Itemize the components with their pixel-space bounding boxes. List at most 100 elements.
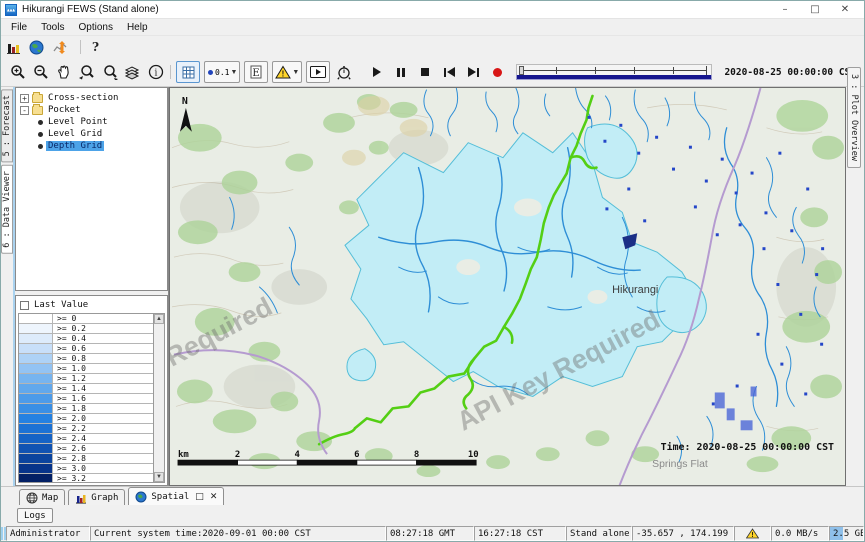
interval-display-icon[interactable] <box>53 40 69 55</box>
grid-display-button[interactable] <box>176 61 200 83</box>
info-icon[interactable]: i <box>145 62 166 83</box>
tab-spatial[interactable]: Spatial □ ✕ <box>128 487 224 505</box>
time-slider-track[interactable] <box>516 64 712 75</box>
legend-threshold-label: >= 2.2 <box>53 424 153 433</box>
folder-icon <box>32 94 43 103</box>
svg-text:N: N <box>182 96 188 107</box>
side-tab-plot-overview[interactable]: 3 : Plot Overview <box>847 67 861 168</box>
leaf-bullet-icon <box>38 120 43 125</box>
legend-threshold-label: >= 2.4 <box>53 434 153 443</box>
pan-hand-icon[interactable] <box>53 62 74 83</box>
logs-button[interactable]: Logs <box>17 508 53 523</box>
skip-to-end-button[interactable] <box>462 62 484 82</box>
tree-item-level-point[interactable]: Level Point <box>18 116 167 128</box>
area-label: Springs Flat <box>652 459 708 470</box>
tree-item-cross-section[interactable]: +Cross-section <box>18 92 167 104</box>
zoom-next-icon[interactable] <box>99 62 120 83</box>
status-download-speed: 0.0 MB/s <box>771 526 829 541</box>
svg-text:6: 6 <box>354 450 359 460</box>
legend-threshold-label: >= 0 <box>53 314 153 323</box>
folder-icon <box>32 106 43 115</box>
legend-color-swatch <box>19 364 53 373</box>
legend-row: >= 2.8 <box>19 454 153 464</box>
tab-maximize-icon[interactable]: □ <box>195 492 204 502</box>
menu-file[interactable]: File <box>4 21 34 34</box>
map-view[interactable]: API Key Required API Key Required Hikura… <box>169 87 846 486</box>
scroll-up-icon[interactable]: ▲ <box>154 314 164 324</box>
legend-color-swatch <box>19 414 53 423</box>
main-toolbar: ? <box>1 36 864 58</box>
warning-threshold-button[interactable]: !▼ <box>272 61 302 83</box>
menu-help[interactable]: Help <box>120 21 155 34</box>
legend-row: >= 3.2 <box>19 474 153 482</box>
tab-map-label: Map <box>42 493 58 503</box>
status-warning-cell[interactable]: ! <box>734 526 771 541</box>
minimize-button[interactable]: – <box>770 2 800 18</box>
svg-text:i: i <box>154 69 157 79</box>
toolbar-separator <box>80 40 81 54</box>
legend-color-swatch <box>19 354 53 363</box>
stop-button[interactable] <box>414 62 436 82</box>
legend-color-swatch <box>19 424 53 433</box>
tree-item-pocket[interactable]: - Pocket <box>18 104 167 116</box>
zoom-in-icon[interactable] <box>7 62 28 83</box>
main-area: 5 : Forecast 6 : Data Viewer +Cross-secti… <box>1 87 864 486</box>
time-slider-handle[interactable] <box>519 66 524 75</box>
tree-item-depth-grid[interactable]: Depth Grid <box>18 140 167 152</box>
exceedance-button[interactable]: E <box>244 61 268 83</box>
tree-item-label: Pocket <box>46 105 83 115</box>
time-slider[interactable] <box>516 61 712 83</box>
side-tab-forecast[interactable]: 5 : Forecast <box>1 89 13 162</box>
database-display-icon[interactable] <box>7 41 20 54</box>
close-button[interactable]: ✕ <box>830 2 860 18</box>
skip-to-start-button[interactable] <box>438 62 460 82</box>
legend-row: >= 2.2 <box>19 424 153 434</box>
record-button[interactable] <box>486 62 508 82</box>
status-mode: Stand alone <box>566 526 632 541</box>
tab-close-icon[interactable]: ✕ <box>210 492 218 502</box>
legend-row: >= 1.2 <box>19 374 153 384</box>
tree-expander-icon[interactable]: + <box>20 94 29 103</box>
pause-button[interactable] <box>390 62 412 82</box>
legend-row: >= 0.4 <box>19 334 153 344</box>
legend-row: >= 0.2 <box>19 324 153 334</box>
play-button[interactable] <box>366 62 388 82</box>
svg-text:!: ! <box>750 531 754 539</box>
menu-tools[interactable]: Tools <box>34 21 71 34</box>
zoom-out-icon[interactable] <box>30 62 51 83</box>
animation-export-button[interactable] <box>306 61 330 83</box>
legend-threshold-label: >= 1.0 <box>53 364 153 373</box>
layers-icon[interactable] <box>122 62 143 83</box>
legend-table: >= 0>= 0.2>= 0.4>= 0.6>= 0.8>= 1.0>= 1.2… <box>19 314 153 482</box>
legend-threshold-label: >= 0.2 <box>53 324 153 333</box>
legend-threshold-label: >= 2.8 <box>53 454 153 463</box>
scroll-down-icon[interactable]: ▼ <box>154 472 164 482</box>
stopwatch-icon[interactable] <box>333 62 354 83</box>
time-span-bar <box>516 75 712 80</box>
status-local-time: 16:27:18 CST <box>474 526 566 541</box>
maximize-button[interactable]: □ <box>800 2 830 18</box>
tree-item-level-grid[interactable]: Level Grid <box>18 128 167 140</box>
tab-graph[interactable]: Graph <box>68 489 125 505</box>
tree-expander-icon[interactable]: - <box>20 106 29 115</box>
legend-scrollbar[interactable]: ▲ ▼ <box>153 314 164 482</box>
legend-color-swatch <box>19 404 53 413</box>
status-user: Administrator <box>6 526 90 541</box>
zoom-previous-icon[interactable] <box>76 62 97 83</box>
legend-color-swatch <box>19 444 53 453</box>
side-tab-data-viewer[interactable]: 6 : Data Viewer <box>1 165 13 254</box>
tab-map[interactable]: Map <box>19 489 65 505</box>
leaf-bullet-icon <box>38 132 43 137</box>
last-value-checkbox[interactable] <box>20 301 29 310</box>
legend-row: >= 0 <box>19 314 153 324</box>
legend-row: >= 0.6 <box>19 344 153 354</box>
map-display-icon[interactable] <box>29 40 44 55</box>
menu-options[interactable]: Options <box>71 21 119 34</box>
svg-text:8: 8 <box>414 450 419 460</box>
help-button[interactable]: ? <box>92 40 99 54</box>
tree-item-label: Level Grid <box>46 129 104 139</box>
legend-threshold-label: >= 2.0 <box>53 414 153 423</box>
legend-threshold-label: >= 3.2 <box>53 474 153 482</box>
layer-tree: +Cross-section - PocketLevel PointLevel Gr… <box>15 87 168 291</box>
label-threshold-button[interactable]: 0.1▼ <box>204 61 240 83</box>
